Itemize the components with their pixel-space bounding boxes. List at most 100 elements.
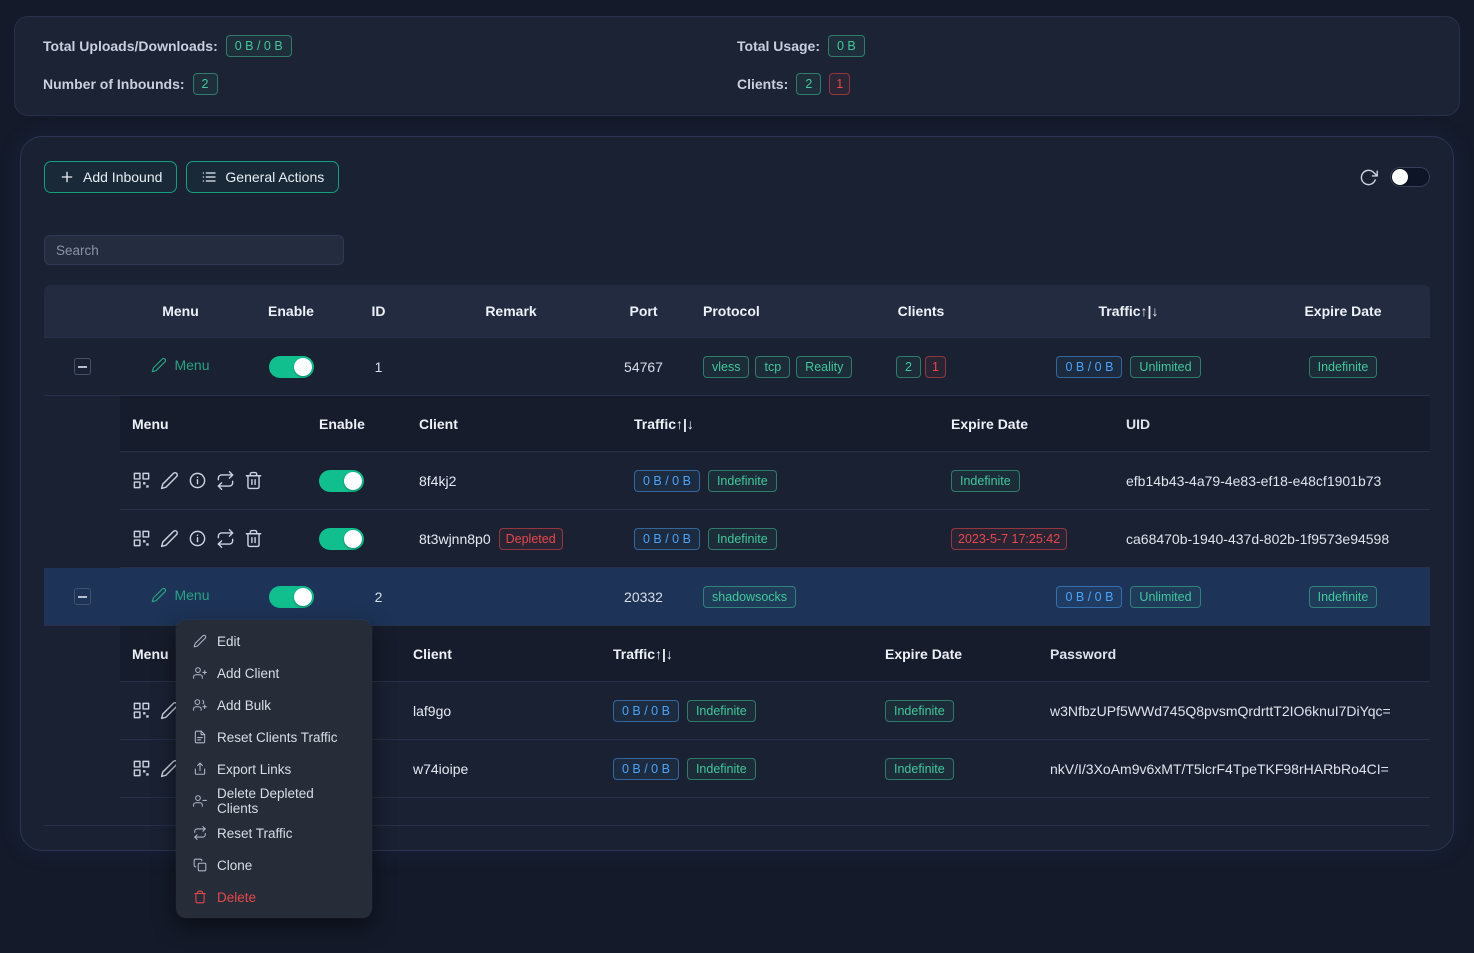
stat-usage-value-badge: 0 B xyxy=(828,35,865,57)
client-actions xyxy=(120,471,307,490)
copy-icon xyxy=(193,858,207,872)
depleted-badge: Depleted xyxy=(499,528,563,550)
inbound-context-menu: Edit Add Client Add Bulk Reset Clients T… xyxy=(176,620,372,918)
menu-item-clone[interactable]: Clone xyxy=(181,849,367,881)
inbounds-panel: Add Inbound General Actions Menu Enable … xyxy=(20,136,1454,851)
client-enable-toggle[interactable] xyxy=(319,528,364,550)
col-enable: Enable xyxy=(307,416,401,432)
collapse-row-button[interactable] xyxy=(74,588,91,605)
client-row: 8f4kj2 0 B / 0 B Indefinite Indefinite e… xyxy=(120,452,1430,510)
inbound-menu-label: Menu xyxy=(174,357,209,373)
reset-client-traffic-button[interactable] xyxy=(216,471,235,490)
client-name: laf9go xyxy=(413,703,451,719)
inbound-port: 20332 xyxy=(606,589,681,605)
client-name: 8t3wjnn8p0 xyxy=(419,531,491,547)
edit-client-button[interactable] xyxy=(160,471,179,490)
info-icon xyxy=(188,529,207,548)
general-actions-button[interactable]: General Actions xyxy=(186,161,339,193)
client-enable-toggle[interactable] xyxy=(319,470,364,492)
collapse-row-button[interactable] xyxy=(74,358,91,375)
menu-item-reset-clients-traffic[interactable]: Reset Clients Traffic xyxy=(181,721,367,753)
qr-code-button[interactable] xyxy=(132,529,151,548)
stat-clients: Clients: 2 1 xyxy=(737,73,1431,95)
trash-icon xyxy=(244,529,263,548)
enable-toggle[interactable] xyxy=(269,586,314,608)
add-inbound-label: Add Inbound xyxy=(83,169,162,185)
expire-badge: Indefinite xyxy=(885,758,954,780)
clients-table-header: Menu Enable Client Traffic↑|↓ Expire Dat… xyxy=(120,396,1430,452)
search-input[interactable] xyxy=(44,235,344,265)
qr-code-button[interactable] xyxy=(132,701,151,720)
menu-item-edit[interactable]: Edit xyxy=(181,625,367,657)
toolbar: Add Inbound General Actions xyxy=(21,161,1453,193)
expire-badge: Indefinite xyxy=(1309,586,1378,608)
inbound-port: 54767 xyxy=(606,359,681,375)
menu-item-delete[interactable]: Delete xyxy=(181,881,367,913)
stat-total-uploads-downloads: Total Uploads/Downloads: 0 B / 0 B xyxy=(43,35,737,57)
expire-badge: Indefinite xyxy=(951,470,1020,492)
dark-mode-toggle[interactable] xyxy=(1390,167,1430,187)
stat-clients-depleted-badge: 1 xyxy=(829,73,850,95)
col-client: Client xyxy=(395,646,595,662)
menu-item-add-bulk[interactable]: Add Bulk xyxy=(181,689,367,721)
stat-uploads-value-badge: 0 B / 0 B xyxy=(226,35,292,57)
col-password: Password xyxy=(1035,646,1430,662)
info-icon xyxy=(188,471,207,490)
client-info-button[interactable] xyxy=(188,471,207,490)
qr-code-button[interactable] xyxy=(132,471,151,490)
inbound-menu-label: Menu xyxy=(174,587,209,603)
clients-depleted-badge: 1 xyxy=(925,356,946,378)
col-menu: Menu xyxy=(120,303,241,319)
menu-item-delete-depleted-clients[interactable]: Delete Depleted Clients xyxy=(181,785,367,817)
client-actions xyxy=(120,529,307,548)
export-icon xyxy=(193,762,207,776)
file-reset-icon xyxy=(193,730,207,744)
menu-item-export-links[interactable]: Export Links xyxy=(181,753,367,785)
col-protocol: Protocol xyxy=(681,303,841,319)
qr-code-icon xyxy=(132,529,151,548)
traffic-limit-badge: Indefinite xyxy=(687,700,756,722)
traffic-badge: 0 B / 0 B xyxy=(613,700,679,722)
edit-client-button[interactable] xyxy=(160,529,179,548)
col-enable: Enable xyxy=(241,303,341,319)
menu-item-reset-traffic[interactable]: Reset Traffic xyxy=(181,817,367,849)
inbound-id: 1 xyxy=(341,359,416,375)
col-id: ID xyxy=(341,303,416,319)
expire-badge: 2023-5-7 17:25:42 xyxy=(951,528,1067,550)
stat-clients-active-badge: 2 xyxy=(796,73,821,95)
col-client: Client xyxy=(401,416,616,432)
qr-code-icon xyxy=(132,471,151,490)
client-info-button[interactable] xyxy=(188,529,207,548)
stat-inbounds-value-badge: 2 xyxy=(193,73,218,95)
qr-code-button[interactable] xyxy=(132,759,151,778)
users-plus-icon xyxy=(193,698,207,712)
inbound-menu-trigger[interactable]: Menu xyxy=(151,357,209,373)
col-traffic[interactable]: Traffic↑|↓ xyxy=(595,646,865,662)
menu-item-add-client[interactable]: Add Client xyxy=(181,657,367,689)
delete-client-button[interactable] xyxy=(244,529,263,548)
enable-toggle[interactable] xyxy=(269,356,314,378)
delete-client-button[interactable] xyxy=(244,471,263,490)
col-menu: Menu xyxy=(120,416,307,432)
reset-traffic-icon xyxy=(216,529,235,548)
protocol-tag: tcp xyxy=(755,356,790,378)
col-remark: Remark xyxy=(416,303,606,319)
trash-icon xyxy=(193,890,207,904)
inbound-menu-trigger[interactable]: Menu xyxy=(151,587,209,603)
clients-table-vless: Menu Enable Client Traffic↑|↓ Expire Dat… xyxy=(120,396,1430,568)
client-name: w74ioipe xyxy=(413,761,468,777)
col-traffic[interactable]: Traffic↑|↓ xyxy=(1001,303,1256,319)
col-traffic[interactable]: Traffic↑|↓ xyxy=(616,416,931,432)
reset-client-traffic-button[interactable] xyxy=(216,529,235,548)
client-uid: efb14b43-4a79-4e83-ef18-e48cf1901b73 xyxy=(1111,473,1430,489)
col-expire-date: Expire Date xyxy=(931,416,1111,432)
col-uid: UID xyxy=(1111,416,1430,432)
client-uid: ca68470b-1940-437d-802b-1f9573e94598 xyxy=(1111,531,1430,547)
inbound-row-2: Menu 2 20332 shadowsocks 0 B / 0 B Unlim… xyxy=(44,568,1430,626)
refresh-button[interactable] xyxy=(1359,168,1378,187)
inbound-row-1: Menu 1 54767 vless tcp Reality 2 1 0 B /… xyxy=(44,338,1430,396)
client-name: 8f4kj2 xyxy=(419,473,456,489)
add-inbound-button[interactable]: Add Inbound xyxy=(44,161,177,193)
reset-traffic-icon xyxy=(216,471,235,490)
edit-icon xyxy=(160,529,179,548)
